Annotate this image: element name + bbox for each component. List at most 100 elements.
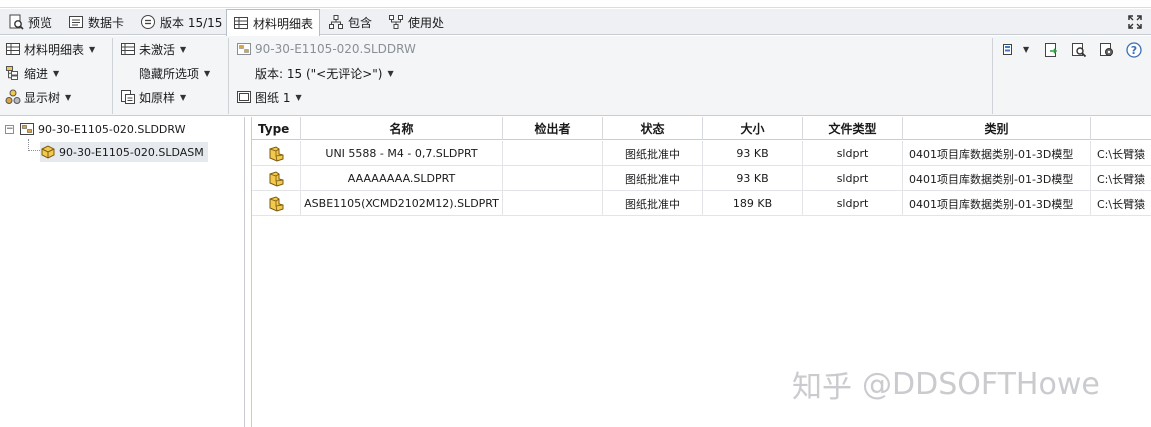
- row-size: 93 KB: [703, 166, 803, 191]
- col-header-size[interactable]: 大小: [703, 117, 803, 140]
- tab-preview[interactable]: 预览: [2, 9, 58, 35]
- where-used-icon: [388, 14, 404, 30]
- row-category: 0401项目库数据类别-01-3D模型: [903, 191, 1091, 216]
- tree-connector: [28, 139, 40, 151]
- svg-text:?: ?: [1131, 44, 1137, 57]
- row-path: C:\长臂猿: [1097, 147, 1146, 161]
- row-size: 93 KB: [703, 141, 803, 166]
- table-row[interactable]: AAAAAAAA.SLDPRT 图纸批准中 93 KB sldprt 0401项…: [252, 166, 1151, 191]
- row-file-type: sldprt: [803, 191, 903, 216]
- export-icon[interactable]: [1043, 42, 1059, 58]
- col-header-path[interactable]: [1091, 117, 1151, 140]
- part-icon: [252, 141, 301, 166]
- col-header-name[interactable]: 名称: [301, 117, 503, 140]
- tab-bom-label: 材料明细表: [253, 16, 314, 31]
- bom-type-label: 材料明细表: [24, 42, 85, 57]
- row-checked-out-by: [503, 166, 603, 191]
- watermark-brand: 知乎: [792, 370, 852, 405]
- indent-dropdown[interactable]: 缩进 ▼: [5, 63, 59, 83]
- help-icon[interactable]: ?: [1126, 42, 1142, 58]
- tab-where-used[interactable]: 使用处: [382, 9, 450, 35]
- tree-root-label: 90-30-E1105-020.SLDDRW: [38, 122, 186, 136]
- settings-icon[interactable]: [1099, 42, 1115, 58]
- indent-icon: [5, 65, 21, 81]
- show-tree-label: 显示树: [24, 90, 61, 105]
- bom-table-icon: [233, 15, 249, 31]
- bom-type-dropdown[interactable]: 材料明细表 ▼: [5, 39, 95, 59]
- chevron-down-icon: ▼: [180, 92, 187, 102]
- bom-toolbar: 材料明细表 ▼ 缩进 ▼ 显示树 ▼ 未激活 ▼ 隐藏所选项 ▼ 如原样 ▼ 9…: [0, 36, 1151, 116]
- chevron-down-icon: ▼: [53, 68, 60, 78]
- show-tree-dropdown[interactable]: 显示树 ▼: [5, 87, 71, 107]
- row-name: AAAAAAAA.SLDPRT: [301, 166, 503, 191]
- hide-selected-dropdown[interactable]: 隐藏所选项 ▼: [139, 63, 210, 83]
- grid-header: Type 名称 检出者 状态 大小 文件类型 类别: [252, 117, 1151, 140]
- row-size: 189 KB: [703, 191, 803, 216]
- row-path: C:\长臂猿: [1097, 172, 1146, 186]
- columns-icon: [1002, 42, 1018, 58]
- tab-preview-label: 预览: [28, 15, 53, 30]
- version-dropdown[interactable]: 版本: 15 ("<无评论>") ▼: [255, 63, 394, 83]
- file-name-display: 90-30-E1105-020.SLDDRW: [236, 39, 416, 59]
- sheet-dropdown[interactable]: 图纸 1 ▼: [236, 87, 302, 107]
- part-icon: [252, 166, 301, 191]
- chevron-down-icon: ▼: [1023, 45, 1030, 54]
- tab-contains[interactable]: 包含: [322, 9, 378, 35]
- hide-selected-label: 隐藏所选项: [139, 66, 200, 81]
- col-header-checked-out-by[interactable]: 检出者: [503, 117, 603, 140]
- assembly-icon: [40, 144, 56, 160]
- row-name: UNI 5588 - M4 - 0,7.SLDPRT: [301, 141, 503, 166]
- chevron-down-icon: ▼: [204, 68, 211, 78]
- watermark-handle: @DDSOFTHowe: [862, 366, 1100, 402]
- chevron-down-icon: ▼: [180, 44, 187, 54]
- toolbar-separator: [992, 38, 993, 114]
- row-state: 图纸批准中: [603, 191, 703, 216]
- columns-dropdown-button[interactable]: ▼: [1002, 42, 1029, 61]
- bom-table-icon: [5, 41, 21, 57]
- as-built-dropdown[interactable]: 如原样 ▼: [120, 87, 186, 107]
- chevron-down-icon: ▼: [387, 68, 394, 78]
- datacard-icon: [68, 14, 84, 30]
- row-checked-out-by: [503, 141, 603, 166]
- search-icon[interactable]: [1071, 42, 1087, 58]
- col-header-file-type[interactable]: 文件类型: [803, 117, 903, 140]
- contains-icon: [328, 14, 344, 30]
- indent-label: 缩进: [24, 66, 49, 81]
- sheet-label: 图纸 1: [255, 90, 291, 105]
- tab-datacard-label: 数据卡: [88, 15, 125, 30]
- version-icon: [140, 14, 156, 30]
- row-file-type: sldprt: [803, 166, 903, 191]
- table-row[interactable]: ASBE1105(XCMD2102M12).SLDPRT 图纸批准中 189 K…: [252, 191, 1151, 216]
- col-header-category[interactable]: 类别: [903, 117, 1091, 140]
- chevron-down-icon: ▼: [295, 92, 302, 102]
- part-icon: [252, 191, 301, 216]
- toolbar-separator: [228, 38, 229, 114]
- row-file-type: sldprt: [803, 141, 903, 166]
- tab-bom[interactable]: 材料明细表: [226, 9, 321, 36]
- not-active-dropdown[interactable]: 未激活 ▼: [120, 39, 186, 59]
- tree-root-node[interactable]: − 90-30-E1105-020.SLDDRW: [5, 119, 185, 139]
- drawing-file-icon: [19, 121, 35, 137]
- tab-contains-label: 包含: [348, 15, 373, 30]
- col-header-state[interactable]: 状态: [603, 117, 703, 140]
- tree-child-node[interactable]: 90-30-E1105-020.SLDASM: [40, 142, 208, 162]
- chevron-down-icon: ▼: [89, 44, 96, 54]
- chevron-down-icon: ▼: [65, 92, 72, 102]
- drawing-file-icon: [236, 41, 252, 57]
- watermark: 知乎 @DDSOFTHowe: [792, 362, 1100, 406]
- row-path: C:\长臂猿: [1097, 197, 1146, 211]
- file-name-label: 90-30-E1105-020.SLDDRW: [255, 42, 416, 56]
- col-header-type[interactable]: Type: [252, 117, 301, 140]
- tab-version[interactable]: 版本 15/15: [134, 9, 228, 35]
- bom-tree-panel: − 90-30-E1105-020.SLDDRW 90-30-E1105-020…: [0, 117, 245, 427]
- tab-datacard[interactable]: 数据卡: [62, 9, 130, 35]
- list-view-icon: [120, 41, 136, 57]
- row-state: 图纸批准中: [603, 166, 703, 191]
- tab-bar: 预览 数据卡 版本 15/15 材料明细表 包含 使用处: [0, 9, 1151, 36]
- table-row[interactable]: UNI 5588 - M4 - 0,7.SLDPRT 图纸批准中 93 KB s…: [252, 141, 1151, 166]
- toolbar-separator: [112, 38, 113, 114]
- expand-icon[interactable]: [1127, 14, 1143, 30]
- tab-where-used-label: 使用处: [408, 15, 445, 30]
- collapse-icon[interactable]: −: [5, 124, 14, 134]
- row-category: 0401项目库数据类别-01-3D模型: [903, 166, 1091, 191]
